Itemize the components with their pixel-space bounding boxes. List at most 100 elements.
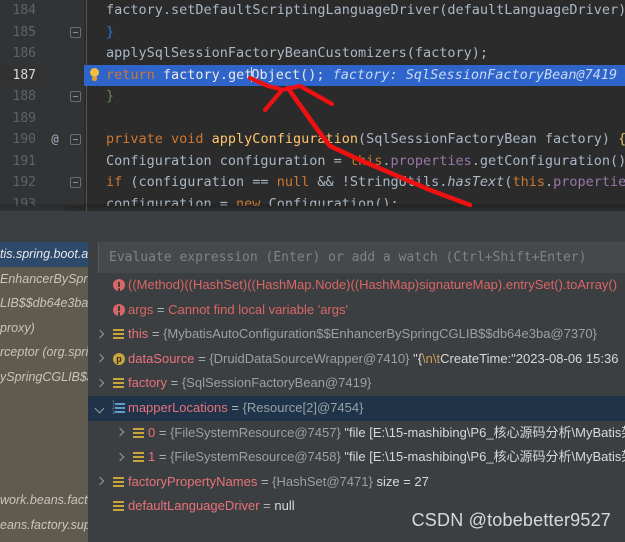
code-line[interactable]: 192 if (configuration == null && !String…: [0, 172, 625, 194]
variable-row[interactable]: mapperLocations = {Resource[2]@7454}: [88, 395, 625, 421]
variable-row[interactable]: factory = {SqlSessionFactoryBean@7419}: [88, 371, 625, 396]
gutter-spacer: [84, 0, 106, 22]
field-icon: [110, 322, 128, 347]
variable-name: args: [128, 301, 154, 317]
variable-value: {MybatisAutoConfiguration$$EnhancerBySpr…: [163, 326, 597, 342]
code-line[interactable]: 188 }: [0, 86, 625, 108]
gutter-annotation: [44, 86, 66, 108]
variable-value: Cannot find local variable 'args': [168, 301, 348, 317]
fold-marker-none: [66, 43, 84, 65]
frames-list[interactable]: tis.spring.boot.a EnhancerBySprin LIB$$db6…: [0, 242, 88, 537]
code-line[interactable]: 190 @ private void applyConfiguration(Sql…: [0, 129, 625, 151]
fold-marker-end[interactable]: [66, 21, 84, 43]
field-icon: [110, 470, 128, 495]
line-number: 188: [0, 86, 44, 108]
variable-row[interactable]: this = {MybatisAutoConfiguration$$Enhanc…: [88, 322, 625, 347]
variable-row[interactable]: 0 = {FileSystemResource@7457} "file [E:\…: [88, 421, 625, 446]
twisty-right-icon[interactable]: [110, 421, 130, 446]
variable-row[interactable]: factoryPropertyNames = {HashSet@7471} si…: [88, 470, 625, 495]
stack-frame-row[interactable]: tis.spring.boot.a: [0, 242, 88, 267]
variable-row[interactable]: dataSource = {DruidDataSourceWrapper@741…: [88, 347, 625, 372]
variable-equals: =: [148, 326, 164, 342]
line-number: 189: [0, 107, 44, 129]
variable-name: ((Method)((HashSet)((HashMap.Node)((Hash…: [128, 277, 618, 292]
error-icon: [110, 298, 128, 323]
stack-frame-row[interactable]: [0, 414, 88, 439]
intention-bulb-icon[interactable]: [84, 65, 106, 87]
twisty-right-icon[interactable]: [90, 347, 110, 372]
variable-equals: =: [227, 399, 243, 415]
gutter-spacer: [84, 22, 106, 44]
variables-tree[interactable]: ((Method)((HashSet)((HashMap.Node)((Hash…: [88, 273, 625, 542]
fold-marker-start[interactable]: [66, 129, 84, 151]
field-icon: [110, 371, 128, 396]
variable-row[interactable]: ((Method)((HashSet)((HashMap.Node)((Hash…: [88, 273, 625, 298]
stack-frame-row[interactable]: ySpringCGLIB$$: [0, 365, 88, 390]
stack-frame-row[interactable]: eans.factory.sup: [0, 513, 88, 538]
fold-marker-end[interactable]: [66, 86, 84, 108]
code-text: private void applyConfiguration(SqlSessi…: [106, 131, 625, 147]
gutter-annotation: [44, 172, 66, 194]
code-text: }: [106, 88, 115, 104]
code-text: if (configuration == null && !StringUtil…: [106, 174, 625, 190]
variable-equals: =: [257, 473, 273, 489]
code-editor[interactable]: 184 factory.setDefaultScriptingLanguageD…: [0, 0, 625, 211]
stack-frame-row[interactable]: LIB$$db64e3ba$: [0, 291, 88, 316]
line-number: 185: [0, 21, 44, 43]
gutter-spacer: [84, 86, 106, 108]
variable-row[interactable]: 1 = {FileSystemResource@7458} "file [E:\…: [88, 445, 625, 470]
variables-toolbar[interactable]: Evaluate expression (Enter) or add a wat…: [88, 242, 625, 273]
stack-frame-row[interactable]: [0, 463, 88, 488]
line-number: 187: [0, 64, 44, 86]
code-line[interactable]: 187 return factory.getObject(); factory:…: [0, 64, 625, 87]
fold-marker-none: [66, 150, 84, 172]
variable-value: {FileSystemResource@7457}: [170, 424, 345, 440]
gutter-annotation: [44, 43, 66, 65]
variable-value-extra: "file [E:\15-mashibing\P6_核心源码分析\MyBatis…: [344, 449, 625, 465]
twisty-down-icon[interactable]: [90, 396, 110, 421]
twisty-right-icon[interactable]: [90, 322, 110, 347]
twisty-right-icon[interactable]: [90, 470, 110, 495]
frames-panel[interactable]: tis.spring.boot.a EnhancerBySprin LIB$$db6…: [0, 242, 88, 542]
fold-marker-start[interactable]: [66, 172, 84, 194]
panel-splitter[interactable]: [0, 211, 625, 242]
variable-row[interactable]: args = Cannot find local variable 'args': [88, 298, 625, 323]
stack-frame-row[interactable]: EnhancerBySprin: [0, 267, 88, 292]
stack-frame-row[interactable]: work.beans.facto: [0, 488, 88, 513]
stack-frame-row[interactable]: rceptor (org.spri: [0, 340, 88, 365]
variable-equals: =: [259, 498, 275, 514]
code-line[interactable]: 191 Configuration configuration = this.p…: [0, 150, 625, 172]
code-text: }: [106, 23, 115, 40]
code-text: Configuration configuration = this.prope…: [106, 152, 625, 169]
code-line[interactable]: 184 factory.setDefaultScriptingLanguageD…: [0, 0, 625, 22]
line-number: 184: [0, 0, 44, 22]
code-text: applySqlSessionFactoryBeanCustomizers(fa…: [106, 45, 489, 61]
fold-marker-none: [66, 107, 84, 129]
fold-marker-none: [66, 0, 84, 22]
gutter-spacer: [84, 129, 106, 151]
evaluate-expression-input[interactable]: Evaluate expression (Enter) or add a wat…: [98, 242, 625, 273]
code-text: factory.setDefaultScriptingLanguageDrive…: [106, 2, 625, 18]
stack-frame-row[interactable]: [0, 439, 88, 464]
variable-equals: =: [194, 350, 210, 366]
stack-frame-row[interactable]: proxy): [0, 316, 88, 341]
variable-value-extra: \n\t: [422, 350, 441, 366]
code-line[interactable]: 185 }: [0, 21, 625, 44]
code-lines[interactable]: 184 factory.setDefaultScriptingLanguageD…: [0, 0, 625, 206]
property-icon: [110, 347, 128, 372]
code-line[interactable]: 186 applySqlSessionFactoryBeanCustomizer…: [0, 43, 625, 65]
twisty-right-icon[interactable]: [110, 445, 130, 470]
field-icon: [130, 421, 148, 446]
variable-value: {DruidDataSourceWrapper@7410}: [209, 350, 414, 366]
variable-value-extra: CreateTime:"2023-08-06 15:36: [440, 350, 619, 366]
stack-frame-row[interactable]: [0, 390, 88, 415]
variables-panel[interactable]: Evaluate expression (Enter) or add a wat…: [88, 242, 625, 542]
twisty-right-icon[interactable]: [90, 371, 110, 396]
variable-equals: =: [153, 301, 169, 317]
gutter-spacer: [84, 43, 106, 65]
gutter-annotation: [44, 64, 66, 86]
code-line[interactable]: 189: [0, 107, 625, 129]
editor-shadow: [0, 204, 625, 211]
